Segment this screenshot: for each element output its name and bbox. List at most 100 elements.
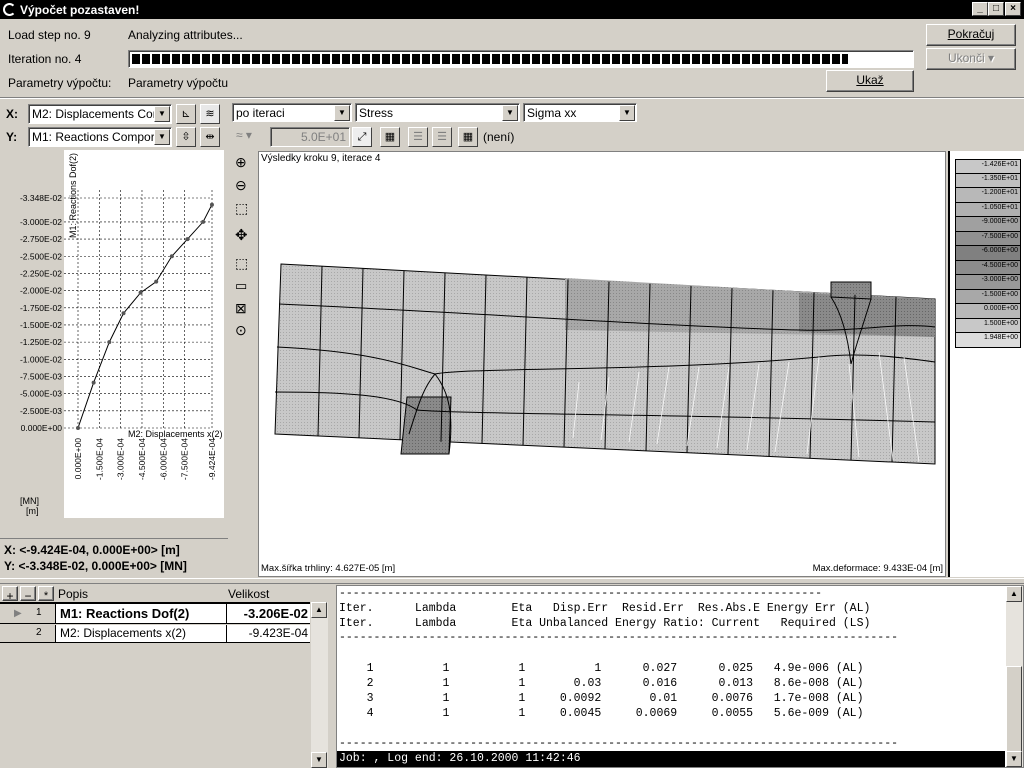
- chevron-down-icon[interactable]: ▼: [154, 106, 170, 122]
- zoom-out-icon[interactable]: ⊖: [235, 177, 247, 194]
- log-row: 3 1 1 0.0092 0.01 0.0076 1.7e-008 (AL): [339, 692, 864, 705]
- table-row[interactable]: 2 M2: Displacements x(2) -9.423E-04: [0, 625, 310, 643]
- table-icon[interactable]: ▦: [458, 127, 478, 147]
- mode-select[interactable]: po iteraci ▼: [232, 103, 352, 122]
- legend-label: -1.050E+01: [981, 203, 1018, 211]
- log-row: 2 1 1 0.03 0.016 0.013 8.6e-008 (AL): [339, 677, 864, 690]
- fit-view-icon[interactable]: ▭: [235, 278, 247, 294]
- legend-label: -6.000E+00: [981, 247, 1018, 254]
- y-axis-label: Y:: [6, 130, 18, 144]
- cursor-readout: X: <-9.424E-04, 0.000E+00> [m] Y: <-3.34…: [0, 538, 228, 576]
- zoom-in-icon[interactable]: ⊕: [235, 154, 247, 171]
- flip-horizontal-icon[interactable]: ⇹: [200, 127, 220, 147]
- chart-point: [138, 290, 143, 295]
- axis-scale-icon[interactable]: ⊾: [176, 104, 196, 124]
- show-button[interactable]: Ukaž: [826, 70, 914, 92]
- zoom-previous-icon[interactable]: ⊙: [235, 322, 247, 339]
- legend-label: -7.500E+00: [981, 232, 1018, 240]
- legend-item: -1.426E+01: [955, 159, 1021, 174]
- y-axis-select-value: M1: Reactions Compor: [32, 130, 155, 144]
- log-row: 4 1 1 0.0045 0.0069 0.0055 5.6e-009 (AL): [339, 707, 864, 720]
- log-scrollbar[interactable]: ▲ ▼: [1006, 586, 1023, 767]
- graph-mode-icon[interactable]: ≋: [200, 104, 220, 124]
- select-area-icon[interactable]: ⬚: [235, 255, 248, 272]
- component-select-value: Sigma xx: [527, 106, 577, 120]
- chart-point: [154, 279, 159, 284]
- chart-ytick-label: -1.750E-02: [20, 303, 62, 313]
- chart-xtick-label: -1.500E-04: [94, 438, 104, 480]
- scroll-thumb[interactable]: [1006, 666, 1022, 756]
- quantity-select[interactable]: Stress ▼: [355, 103, 520, 122]
- log-divider-mid: ----------------------------------------…: [339, 631, 898, 644]
- flip-vertical-icon[interactable]: ⇳: [176, 127, 196, 147]
- app-icon: [3, 3, 16, 16]
- column-header-velikost[interactable]: Velikost: [228, 587, 308, 601]
- chart-ytick-label: -1.250E-02: [20, 337, 62, 347]
- load-step-label: Load step no. 9: [8, 28, 91, 42]
- row-selector[interactable]: ▶ 1: [0, 604, 56, 623]
- scale-toggle-icon[interactable]: ⤢: [352, 127, 372, 147]
- remove-icon[interactable]: −: [20, 586, 36, 603]
- chevron-down-icon[interactable]: ▼: [502, 105, 518, 121]
- legend-item: -4.500E+00: [955, 260, 1021, 275]
- chart-ytick-label: -3.000E-02: [20, 217, 62, 227]
- chart-point: [76, 426, 80, 430]
- continue-button[interactable]: Pokračuj: [926, 24, 1016, 46]
- separator: [0, 97, 1024, 99]
- legend-item: -1.050E+01: [955, 202, 1021, 217]
- row-selector[interactable]: 2: [0, 625, 56, 642]
- add-icon[interactable]: +: [2, 586, 18, 603]
- scroll-down-icon[interactable]: ▼: [311, 752, 327, 768]
- legend-label: 0.000E+00: [983, 305, 1018, 312]
- align-left-icon[interactable]: ☰: [408, 127, 428, 147]
- chart-ytick-label: -3.348E-02: [20, 193, 62, 203]
- chart-point: [185, 237, 190, 242]
- chart-xtick-label: -3.000E-04: [116, 438, 126, 480]
- splitter[interactable]: [0, 578, 1024, 584]
- row-popis: M1: Reactions Dof(2): [60, 606, 190, 621]
- close-button[interactable]: ×: [1005, 2, 1021, 16]
- pan-icon[interactable]: ✥: [235, 226, 248, 244]
- chart-xtick-label: -9.424E-04: [207, 438, 217, 480]
- chart-point: [201, 219, 206, 224]
- stop-button[interactable]: Ukonči ▾: [926, 48, 1016, 70]
- results-view[interactable]: Výsledky kroku 9, iterace 4 Max.šířka tr…: [258, 151, 946, 577]
- progress-fill: [132, 54, 848, 64]
- calculator-icon[interactable]: ▦: [380, 127, 400, 147]
- chevron-down-icon[interactable]: ▼: [619, 105, 635, 121]
- y-axis-select[interactable]: M1: Reactions Compor ▼: [28, 127, 172, 147]
- chart-ytick-label: -2.250E-02: [20, 268, 62, 278]
- scroll-down-icon[interactable]: ▼: [1006, 751, 1022, 767]
- legend-label: -9.000E+00: [981, 218, 1018, 225]
- chart-ytick-label: -1.000E-02: [20, 354, 62, 364]
- zoom-window-icon[interactable]: ⬚: [235, 200, 248, 217]
- legend-label: -3.000E+00: [981, 276, 1018, 283]
- log-footer: Job: , Log end: 26.10.2000 11:42:46: [337, 751, 1005, 767]
- scroll-up-icon[interactable]: ▲: [1006, 586, 1022, 602]
- align-right-icon[interactable]: ☰: [432, 127, 452, 147]
- log-row: 1 1 1 1 0.027 0.025 4.9e-006 (AL): [339, 662, 864, 675]
- mode-select-value: po iteraci: [236, 106, 285, 120]
- minimize-button[interactable]: _: [972, 2, 988, 16]
- chart-ytick-label: -7.500E-03: [20, 371, 62, 381]
- asterisk-icon[interactable]: *: [38, 586, 54, 602]
- crack-width-label: Max.šířka trhliny: 4.627E-05 [m]: [261, 563, 396, 574]
- chart-point: [107, 340, 112, 345]
- column-header-popis[interactable]: Popis: [58, 587, 224, 601]
- scroll-up-icon[interactable]: ▲: [311, 602, 327, 618]
- table-scrollbar[interactable]: ▲ ▼: [311, 602, 328, 768]
- x-axis-select[interactable]: M2: Displacements Cor ▼: [28, 104, 172, 124]
- graph-chart[interactable]: -3.348E-02 -3.000E-02 -2.750E-02 -2.500E-02…: [0, 150, 228, 520]
- deform-toggle-icon[interactable]: ≈ ▾: [236, 128, 266, 146]
- row-velikost: -3.206E-02: [243, 606, 308, 621]
- scale-input[interactable]: 5.0E+01: [270, 127, 350, 147]
- component-select[interactable]: Sigma xx ▼: [523, 103, 637, 122]
- zoom-extents-icon[interactable]: ⊠: [235, 300, 247, 317]
- maximize-button[interactable]: □: [988, 2, 1004, 16]
- analyzing-label: Analyzing attributes...: [128, 28, 243, 42]
- table-row[interactable]: ▶ 1 M1: Reactions Dof(2) -3.206E-02: [0, 604, 310, 624]
- iteration-log[interactable]: ----------------------------------------…: [336, 585, 1024, 768]
- max-deform-label: Max.deformace: 9.433E-04 [m]: [812, 563, 943, 574]
- chevron-down-icon[interactable]: ▼: [334, 105, 350, 121]
- chevron-down-icon[interactable]: ▼: [154, 129, 170, 145]
